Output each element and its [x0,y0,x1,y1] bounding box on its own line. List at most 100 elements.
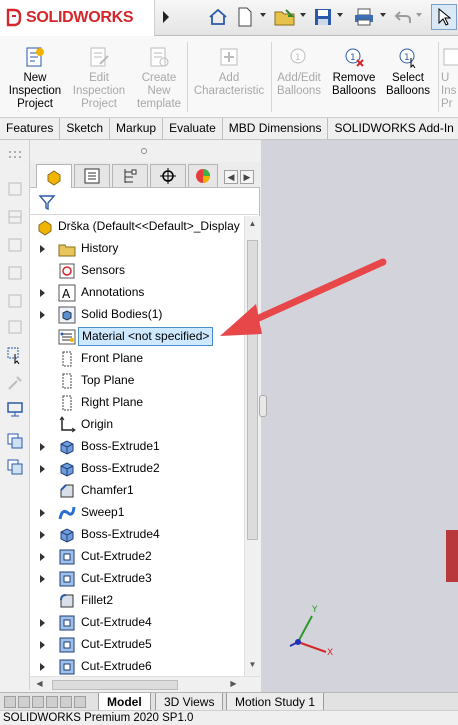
add-characteristic-button[interactable]: Add Characteristic [190,46,268,116]
open-button[interactable] [272,4,298,30]
remove-balloons-button[interactable]: 1 Remove Balloons [328,46,380,116]
tree-item-origin[interactable]: Origin [30,414,244,436]
next-tab-button[interactable] [32,696,44,708]
tree-item-cut-extrude2[interactable]: Cut-Extrude2 [30,546,244,568]
view-box-icon[interactable] [6,208,24,226]
expand-arrow[interactable] [40,663,45,671]
tree-item-boss-extrude2[interactable]: Boss-Extrude2 [30,458,244,480]
view-box-icon[interactable] [6,180,24,198]
tab-dimxpertmanager[interactable] [150,164,186,187]
tab-evaluate[interactable]: Evaluate [163,118,223,140]
menu-expand-arrow[interactable] [158,4,174,30]
new-document-button[interactable] [234,4,256,30]
scroll-right-arrow[interactable]: ▶ [228,679,239,690]
undo-button[interactable] [392,4,414,30]
view-box-icon[interactable] [6,264,24,282]
scroll-thumb[interactable] [247,240,258,540]
scroll-up-arrow[interactable]: ▲ [247,219,258,230]
view-box-icon[interactable] [6,318,24,336]
expand-arrow[interactable] [40,311,45,319]
panel-grip[interactable] [30,140,260,162]
new-dropdown-caret[interactable] [260,13,266,17]
expand-arrow[interactable] [40,619,45,627]
tab-mbd-dimensions[interactable]: MBD Dimensions [223,118,329,140]
view-box-icon[interactable] [6,292,24,310]
expand-arrow[interactable] [40,443,45,451]
tab-featuremanager[interactable] [36,164,72,188]
create-new-template-button[interactable]: Create New template [130,46,188,116]
copy-view-icon[interactable] [6,432,24,450]
tree-item-cut-extrude4[interactable]: Cut-Extrude4 [30,612,244,634]
save-button[interactable] [312,4,334,30]
select-tool-icon[interactable] [6,346,24,364]
add-edit-balloons-button[interactable]: 1 Add/Edit Balloons [273,46,325,116]
tree-item-chamfer1[interactable]: Chamfer1 [30,480,244,502]
expand-arrow[interactable] [40,641,45,649]
tree-item-boss-extrude1[interactable]: Boss-Extrude1 [30,436,244,458]
tree-item-sweep1[interactable]: Sweep1 [30,502,244,524]
tab-3d-views[interactable]: 3D Views [155,693,224,711]
tree-item-sensors[interactable]: Sensors [30,260,244,282]
new-inspection-project-button[interactable]: New Inspection Project [4,46,66,116]
first-tab-button[interactable] [4,696,16,708]
scroll-down-arrow[interactable]: ▼ [247,660,258,671]
tab-motion-study-1[interactable]: Motion Study 1 [226,693,325,711]
expand-arrow[interactable] [40,289,45,297]
scroll-left-arrow[interactable]: ◀ [34,679,45,690]
tree-item-cut-extrude5[interactable]: Cut-Extrude5 [30,634,244,656]
collapse-handle[interactable] [141,148,147,154]
tree-item-solid-bodies[interactable]: Solid Bodies(1) [30,304,244,326]
select-balloons-button[interactable]: 1 Select Balloons [382,46,434,116]
solidworks-logo[interactable]: SOLIDWORKS [0,0,155,36]
tab-markup[interactable]: Markup [110,118,164,140]
update-inspection-project-button[interactable]: U Ins Pr [441,46,458,116]
expand-arrow[interactable] [40,465,45,473]
home-button[interactable] [206,4,230,30]
wrench-icon[interactable] [6,374,24,392]
save-dropdown-caret[interactable] [337,13,343,17]
edit-inspection-project-button[interactable]: Edit Inspection Project [68,46,130,116]
tree-item-cut-extrude3[interactable]: Cut-Extrude3 [30,568,244,590]
copy-view-icon[interactable] [6,458,24,476]
tree-item-annotations[interactable]: A Annotations [30,282,244,304]
filter-bar[interactable] [30,189,258,215]
tree-item-right-plane[interactable]: Right Plane [30,392,244,414]
print-dropdown-caret[interactable] [380,13,386,17]
view-box-icon[interactable] [6,236,24,254]
expand-arrow[interactable] [40,509,45,517]
tab-solidworks-addins[interactable]: SOLIDWORKS Add-In [328,118,458,140]
open-dropdown-caret[interactable] [300,13,306,17]
tree-item-history[interactable]: History [30,238,244,260]
tabs-scroll-right[interactable]: ▶ [240,170,254,184]
expand-arrow[interactable] [40,553,45,561]
tab-nav-button[interactable] [74,696,86,708]
tab-nav-button[interactable] [60,696,72,708]
filter-icon[interactable] [38,193,56,211]
expand-arrow[interactable] [40,531,45,539]
expand-arrow[interactable] [40,245,45,253]
panel-splitter-handle[interactable] [259,395,267,417]
tab-propertymanager[interactable] [74,164,110,187]
tree-item-material[interactable]: Material <not specified> [30,326,244,348]
undo-dropdown-caret[interactable] [416,13,422,17]
tab-model[interactable]: Model [98,693,151,711]
tree-item-front-plane[interactable]: Front Plane [30,348,244,370]
scroll-thumb[interactable] [52,680,178,690]
prev-tab-button[interactable] [18,696,30,708]
tree-item-boss-extrude4[interactable]: Boss-Extrude4 [30,524,244,546]
tab-sketch[interactable]: Sketch [60,118,111,140]
expand-arrow[interactable] [40,575,45,583]
tree-item-top-plane[interactable]: Top Plane [30,370,244,392]
last-tab-button[interactable] [46,696,58,708]
display-icon[interactable] [6,400,24,418]
tree-root-part[interactable]: Drška (Default<<Default>_Display [30,216,244,238]
tab-configurationmanager[interactable] [112,164,148,187]
tree-item-cut-extrude6[interactable]: Cut-Extrude6 [30,656,244,676]
tabs-scroll-left[interactable]: ◀ [224,170,238,184]
tree-item-fillet2[interactable]: Fillet2 [30,590,244,612]
select-tool-button[interactable] [431,4,457,30]
horizontal-scrollbar[interactable]: ◀ ▶ [30,676,260,692]
tab-displaymanager[interactable] [188,164,218,187]
print-button[interactable] [352,4,376,30]
vertical-scrollbar[interactable]: ▲ ▼ [244,216,260,676]
